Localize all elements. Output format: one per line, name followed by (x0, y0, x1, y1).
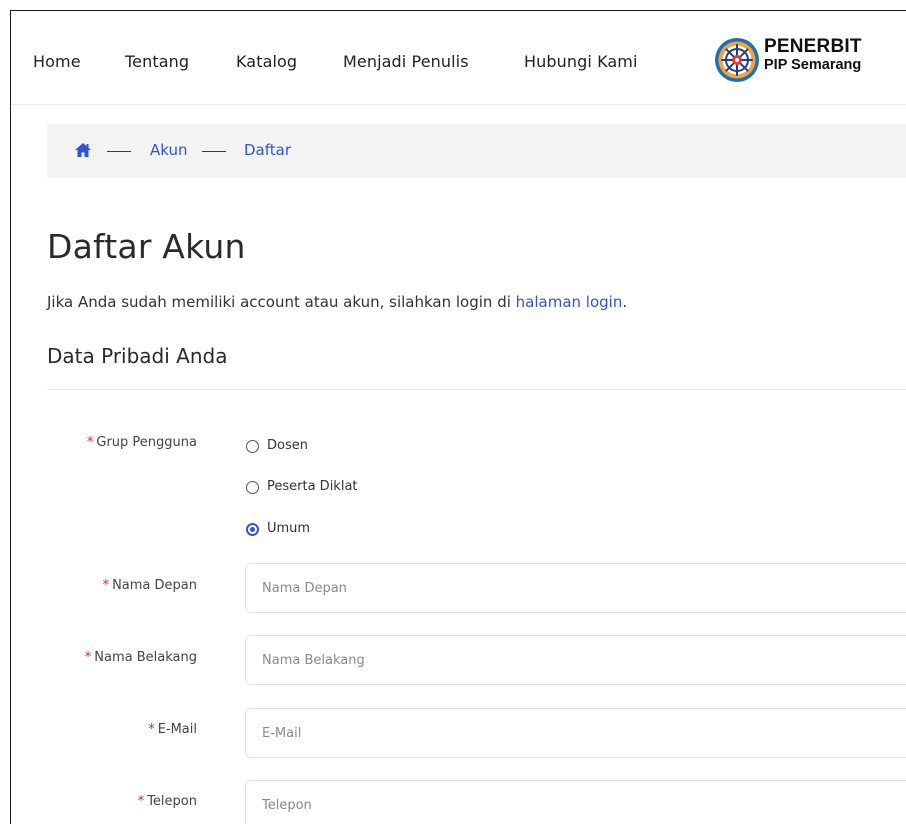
radio-umum[interactable] (246, 523, 259, 536)
ship-wheel-emblem-icon (715, 38, 759, 82)
nav-katalog[interactable]: Katalog (236, 52, 297, 71)
intro-text-body: Jika Anda sudah memiliki account atau ak… (47, 293, 516, 311)
breadcrumb-separator (202, 151, 226, 152)
browser-viewport: Home Tentang Katalog Menjadi Penulis Hub… (10, 10, 906, 824)
breadcrumb-separator (107, 151, 131, 152)
nama-belakang-input[interactable] (245, 635, 906, 685)
required-mark: * (148, 722, 155, 737)
breadcrumb-daftar[interactable]: Daftar (244, 141, 291, 159)
site-logo[interactable]: PENERBIT PIP Semarang (714, 34, 884, 84)
breadcrumb-akun[interactable]: Akun (150, 141, 188, 159)
email-input[interactable] (245, 708, 906, 758)
telepon-input[interactable] (245, 780, 906, 824)
intro-text-end: . (622, 293, 628, 311)
radio-peserta-diklat[interactable] (246, 481, 259, 494)
logo-title: PENERBIT (764, 36, 862, 57)
nama-depan-input[interactable] (245, 563, 906, 613)
email-label-text: E-Mail (157, 722, 197, 737)
grup-pengguna-label: * Grup Pengguna (87, 435, 197, 450)
intro-text: Jika Anda sudah memiliki account atau ak… (47, 293, 627, 311)
required-mark: * (102, 578, 110, 593)
required-mark: * (137, 794, 145, 809)
nama-belakang-label: * Nama Belakang (85, 650, 197, 665)
radio-dosen[interactable] (246, 440, 259, 453)
nav-home[interactable]: Home (33, 52, 81, 71)
nama-belakang-label-text: Nama Belakang (94, 650, 197, 665)
radio-umum-label[interactable]: Umum (267, 521, 310, 536)
section-divider (47, 389, 906, 390)
nama-depan-label-text: Nama Depan (112, 578, 197, 593)
nama-depan-label: * Nama Depan (103, 578, 197, 593)
breadcrumb: Akun Daftar (47, 124, 906, 178)
grup-pengguna-label-text: Grup Pengguna (96, 435, 197, 450)
radio-peserta-diklat-label[interactable]: Peserta Diklat (267, 479, 358, 494)
nav-hubungi-kami[interactable]: Hubungi Kami (524, 52, 638, 71)
telepon-label-text: Telepon (147, 794, 197, 809)
required-mark: * (86, 435, 94, 450)
login-page-link[interactable]: halaman login (516, 293, 623, 311)
required-mark: * (84, 650, 92, 665)
logo-subtitle: PIP Semarang (764, 57, 862, 73)
page-title: Daftar Akun (47, 227, 246, 266)
top-navbar: Home Tentang Katalog Menjadi Penulis Hub… (11, 11, 906, 105)
radio-dosen-label[interactable]: Dosen (267, 438, 308, 453)
nav-menjadi-penulis[interactable]: Menjadi Penulis (343, 52, 469, 71)
nav-tentang[interactable]: Tentang (125, 52, 189, 71)
telepon-label: * Telepon (138, 794, 197, 809)
email-label: * E-Mail (148, 722, 197, 737)
home-icon[interactable] (74, 142, 92, 158)
section-title: Data Pribadi Anda (47, 344, 228, 368)
